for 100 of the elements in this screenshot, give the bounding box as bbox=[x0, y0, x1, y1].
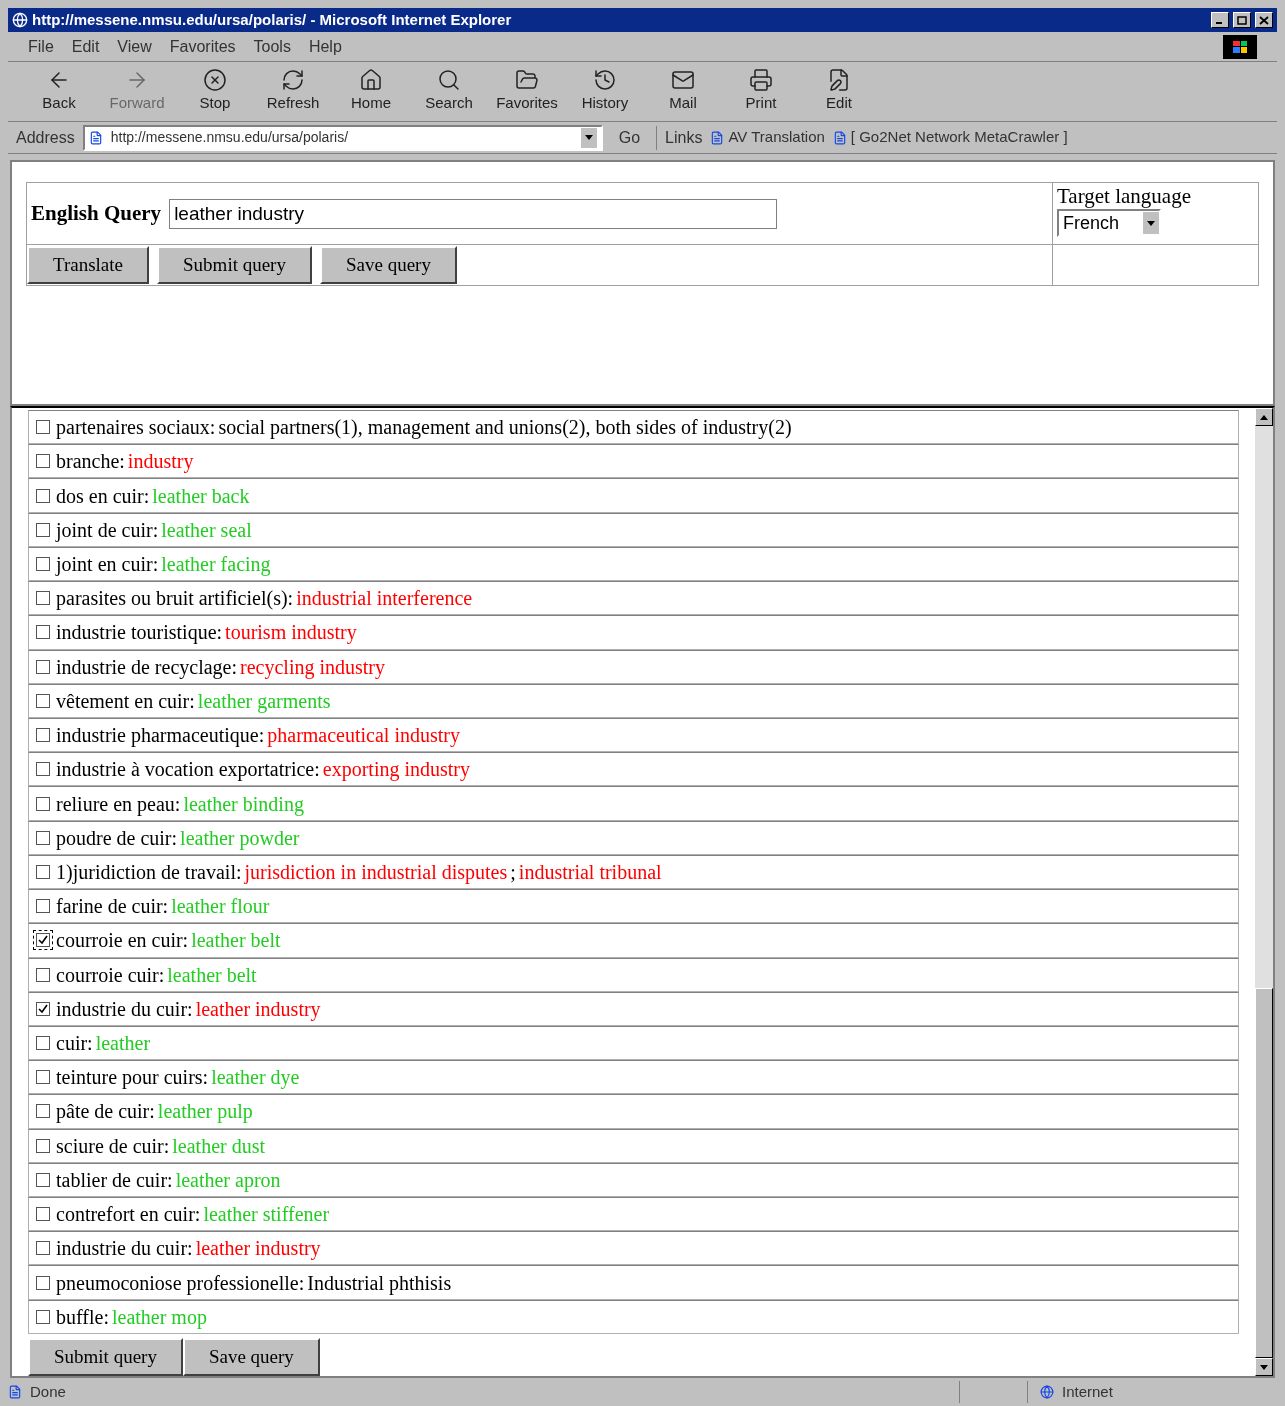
translation-text: leather binding bbox=[183, 791, 304, 818]
go-button[interactable]: Go bbox=[610, 125, 649, 150]
french-term: farine de cuir: bbox=[56, 894, 169, 920]
toolbar-button[interactable]: History bbox=[566, 68, 644, 115]
toolbar-button[interactable]: Favorites bbox=[488, 68, 566, 115]
translation-text: industrial tribunal bbox=[518, 859, 662, 885]
browser-icon bbox=[12, 12, 28, 28]
check-icon bbox=[38, 935, 48, 946]
down-arrow-icon[interactable] bbox=[1260, 1364, 1268, 1370]
toolbar-button[interactable]: Stop bbox=[176, 68, 254, 115]
french-term: branche: bbox=[56, 449, 125, 475]
target-language-label: Target language bbox=[1057, 183, 1192, 210]
translation-text: tourism industry bbox=[225, 620, 357, 646]
close-icon[interactable] bbox=[1255, 12, 1273, 28]
french-term: teinture pour cuirs: bbox=[56, 1065, 209, 1091]
french-term: 1)juridiction de travail: bbox=[56, 859, 242, 886]
windows-logo-icon bbox=[1223, 34, 1257, 59]
translation-text: leather garments bbox=[197, 688, 331, 715]
french-term: tablier de cuir: bbox=[56, 1167, 173, 1193]
translation-text: industrial interference bbox=[296, 586, 473, 612]
translation-text: pharmaceutical industry bbox=[267, 723, 460, 749]
toolbar-button[interactable]: Refresh bbox=[254, 68, 332, 115]
link[interactable]: AV Translation bbox=[710, 126, 825, 149]
french-term: vêtement en cuir: bbox=[56, 688, 195, 714]
form-button[interactable]: Save query bbox=[319, 246, 457, 284]
clock-icon bbox=[593, 68, 617, 93]
toolbar-button[interactable]: Back bbox=[20, 68, 98, 115]
translation-text: leather bbox=[95, 1031, 151, 1057]
maximize-icon[interactable] bbox=[1233, 12, 1251, 28]
translation-text: leather back bbox=[152, 483, 250, 509]
query-label: English Query bbox=[31, 199, 162, 227]
checkbox[interactable] bbox=[33, 930, 53, 951]
search-icon bbox=[437, 68, 461, 93]
zone-text: Internet bbox=[1062, 1381, 1113, 1402]
toolbar-button[interactable]: Home bbox=[332, 68, 410, 115]
scrollbar[interactable] bbox=[1255, 408, 1273, 1376]
toolbar-button[interactable]: Mail bbox=[644, 68, 722, 115]
form-button[interactable]: Save query bbox=[182, 1337, 320, 1376]
house-icon bbox=[359, 68, 383, 93]
menu-item[interactable]: File bbox=[28, 34, 54, 59]
toolbar-button[interactable]: Search bbox=[410, 68, 488, 115]
french-term: contrefort en cuir: bbox=[56, 1202, 201, 1228]
french-term: joint de cuir: bbox=[56, 517, 159, 544]
form-button[interactable]: Submit query bbox=[157, 246, 312, 284]
french-term: poudre de cuir: bbox=[56, 825, 178, 852]
translation-text: leather powder bbox=[180, 825, 300, 852]
address-label: Address bbox=[16, 127, 75, 148]
form-button[interactable]: Translate bbox=[27, 246, 150, 284]
french-term: parasites ou bruit artificiel(s): bbox=[56, 586, 294, 612]
translation-text: jurisdiction in industrial disputes bbox=[244, 859, 508, 886]
translation-text: industry bbox=[127, 449, 194, 475]
document-icon bbox=[827, 68, 851, 93]
window-title: http://messene.nmsu.edu/ursa/polaris/ - Microsoft Internet Explorer bbox=[32, 9, 513, 30]
toolbar-button[interactable]: Print bbox=[722, 68, 800, 115]
check-icon bbox=[38, 1003, 48, 1014]
translation-text: leather pulp bbox=[157, 1099, 253, 1125]
globe-icon bbox=[1040, 1385, 1054, 1399]
refresh-icon bbox=[281, 68, 305, 93]
page-icon bbox=[832, 130, 847, 145]
menu-item[interactable]: Help bbox=[308, 34, 342, 59]
menu-item[interactable]: Tools bbox=[253, 34, 291, 59]
translation-text: leather dust bbox=[172, 1133, 266, 1159]
translation-text: leather flour bbox=[171, 894, 270, 920]
translation-text: Industrial phthisis bbox=[307, 1270, 452, 1297]
french-term: courroie cuir: bbox=[56, 962, 165, 988]
up-arrow-icon[interactable] bbox=[1260, 414, 1268, 420]
french-term: industrie pharmaceutique: bbox=[56, 723, 265, 749]
minimize-icon[interactable] bbox=[1211, 12, 1229, 28]
form-button[interactable]: Submit query bbox=[28, 1337, 183, 1376]
translation-text: leather belt bbox=[191, 928, 281, 954]
french-term: cuir: bbox=[56, 1031, 93, 1057]
french-term: dos en cuir: bbox=[56, 483, 150, 509]
dropdown-icon[interactable] bbox=[1143, 212, 1159, 235]
french-term: industrie à vocation exportatrice: bbox=[56, 757, 320, 783]
french-term: courroie en cuir: bbox=[56, 928, 189, 954]
french-term: industrie du cuir: bbox=[56, 996, 193, 1022]
query-field[interactable]: leather industry bbox=[169, 198, 778, 229]
language-select[interactable]: French bbox=[1057, 209, 1161, 238]
translation-text: leather industry bbox=[195, 996, 321, 1023]
french-term: industrie touristique: bbox=[56, 620, 223, 646]
address-field[interactable]: http://messene.nmsu.edu/ursa/polaris/ bbox=[82, 124, 603, 151]
checkbox[interactable] bbox=[33, 554, 53, 574]
translation-text: ; bbox=[510, 859, 516, 885]
translation-text: social partners(1), management and unions(2), both sides of industry(2) bbox=[218, 415, 792, 441]
menu-item[interactable]: View bbox=[117, 34, 152, 59]
translation-text: leather mop bbox=[111, 1304, 207, 1331]
french-term: buffle: bbox=[56, 1304, 109, 1330]
menu-item[interactable]: Edit bbox=[71, 34, 100, 59]
toolbar-button[interactable]: Edit bbox=[800, 68, 878, 115]
translation-text: exporting industry bbox=[322, 757, 470, 783]
links-label: Links bbox=[656, 125, 703, 150]
french-term: reliure en peau: bbox=[56, 791, 181, 818]
link[interactable]: [ Go2Net Network MetaCrawler ] bbox=[832, 126, 1068, 149]
french-term: sciure de cuir: bbox=[56, 1133, 170, 1159]
menu-item[interactable]: Favorites bbox=[169, 34, 236, 59]
french-term: pneumoconiose professionelle: bbox=[56, 1270, 305, 1297]
translation-text: leather industry bbox=[195, 1236, 321, 1262]
dropdown-icon[interactable] bbox=[580, 127, 597, 148]
french-term: joint en cuir: bbox=[56, 552, 159, 578]
french-term: pâte de cuir: bbox=[56, 1099, 155, 1125]
